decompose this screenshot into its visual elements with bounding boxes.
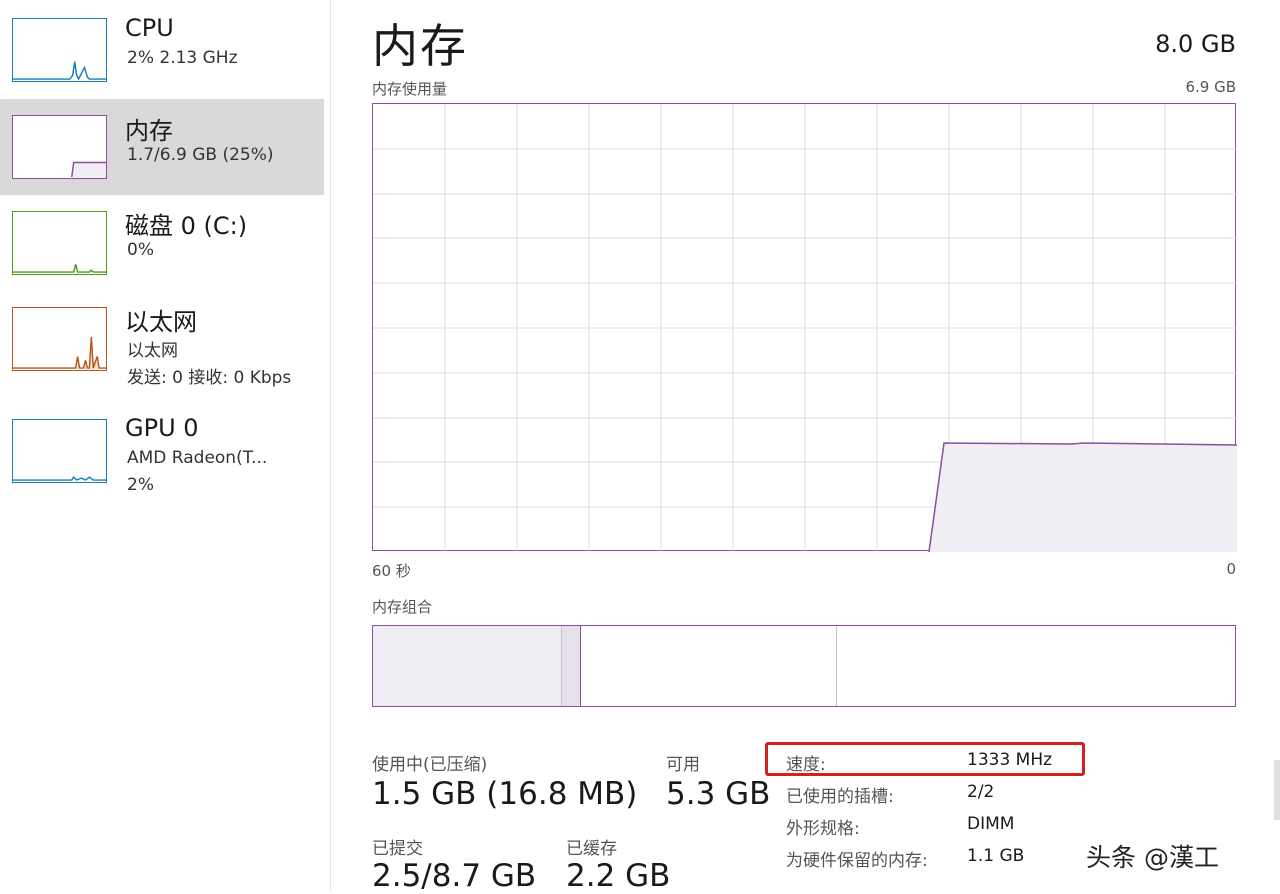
sidebar-item-gpu[interactable]: GPU 0 AMD Radeon(T... 2% xyxy=(0,404,324,500)
sidebar-item-usage: 2% xyxy=(127,475,154,495)
sidebar-item-title: GPU 0 xyxy=(125,414,199,442)
committed-label: 已提交 xyxy=(372,839,423,859)
scrollbar-edge[interactable] xyxy=(1274,760,1280,820)
composition-label: 内存组合 xyxy=(372,598,433,616)
gpu-thumbnail-graph xyxy=(12,419,107,483)
sidebar-item-title: 以太网 xyxy=(125,308,197,336)
slots-used-value: 2/2 xyxy=(967,782,995,802)
time-axis-end: 0 xyxy=(1226,560,1236,578)
available-label: 可用 xyxy=(666,755,700,775)
hardware-reserved-value: 1.1 GB xyxy=(967,846,1025,866)
sidebar-item-cpu[interactable]: CPU 2% 2.13 GHz xyxy=(0,4,324,100)
memory-composition-bar xyxy=(372,625,1236,707)
sidebar-item-title: CPU xyxy=(125,14,174,42)
sidebar-item-title: 磁盘 0 (C:) xyxy=(125,212,248,240)
sidebar-item-subtitle: 0% xyxy=(127,240,154,260)
sidebar-item-throughput: 发送: 0 接收: 0 Kbps xyxy=(127,368,292,388)
time-axis-start: 60 秒 xyxy=(372,562,411,580)
sidebar: CPU 2% 2.13 GHz 内存 1.7/6.9 GB (25%) 磁盘 0… xyxy=(0,0,324,892)
sidebar-item-memory[interactable]: 内存 1.7/6.9 GB (25%) xyxy=(0,99,324,195)
sidebar-divider xyxy=(330,0,331,892)
sidebar-item-subtitle: 1.7/6.9 GB (25%) xyxy=(127,145,274,165)
memory-usage-graph xyxy=(373,104,1237,552)
cached-value: 2.2 GB xyxy=(566,858,671,894)
form-factor-label: 外形规格: xyxy=(786,819,860,839)
total-memory: 8.0 GB xyxy=(1155,30,1236,58)
committed-value: 2.5/8.7 GB xyxy=(372,858,537,894)
composition-in-use xyxy=(373,626,561,706)
speed-value: 1333 MHz xyxy=(967,750,1053,770)
usage-area xyxy=(929,443,1237,552)
composition-free xyxy=(837,626,1235,706)
usage-chart-max-label: 6.9 GB xyxy=(1185,78,1236,96)
in-use-label: 使用中(已压缩) xyxy=(372,755,488,775)
cpu-thumbnail-graph xyxy=(12,18,107,82)
sidebar-item-subtitle: 2% 2.13 GHz xyxy=(127,48,238,68)
memory-thumbnail-graph xyxy=(12,115,107,179)
usage-chart-label: 内存使用量 xyxy=(372,80,448,98)
in-use-value: 1.5 GB (16.8 MB) xyxy=(372,776,638,812)
disk-thumbnail-graph xyxy=(12,211,107,275)
form-factor-value: DIMM xyxy=(967,814,1015,834)
sidebar-item-disk[interactable]: 磁盘 0 (C:) 0% xyxy=(0,196,324,292)
sidebar-item-title: 内存 xyxy=(125,117,173,145)
page-title: 内存 xyxy=(372,19,468,73)
composition-standby xyxy=(581,626,837,706)
slots-used-label: 已使用的插槽: xyxy=(786,787,894,807)
speed-label: 速度: xyxy=(786,755,826,775)
ethernet-thumbnail-graph xyxy=(12,307,107,371)
cached-label: 已缓存 xyxy=(566,839,617,859)
sidebar-item-subtitle: 以太网 xyxy=(127,341,178,361)
available-value: 5.3 GB xyxy=(666,776,771,812)
memory-usage-chart xyxy=(372,103,1237,552)
hardware-reserved-label: 为硬件保留的内存: xyxy=(786,851,928,871)
watermark: 头条 @漢工 xyxy=(1086,843,1219,872)
composition-modified xyxy=(561,626,581,706)
sidebar-item-subtitle: AMD Radeon(T... xyxy=(127,448,268,468)
sidebar-item-ethernet[interactable]: 以太网 以太网 发送: 0 接收: 0 Kbps xyxy=(0,292,324,388)
